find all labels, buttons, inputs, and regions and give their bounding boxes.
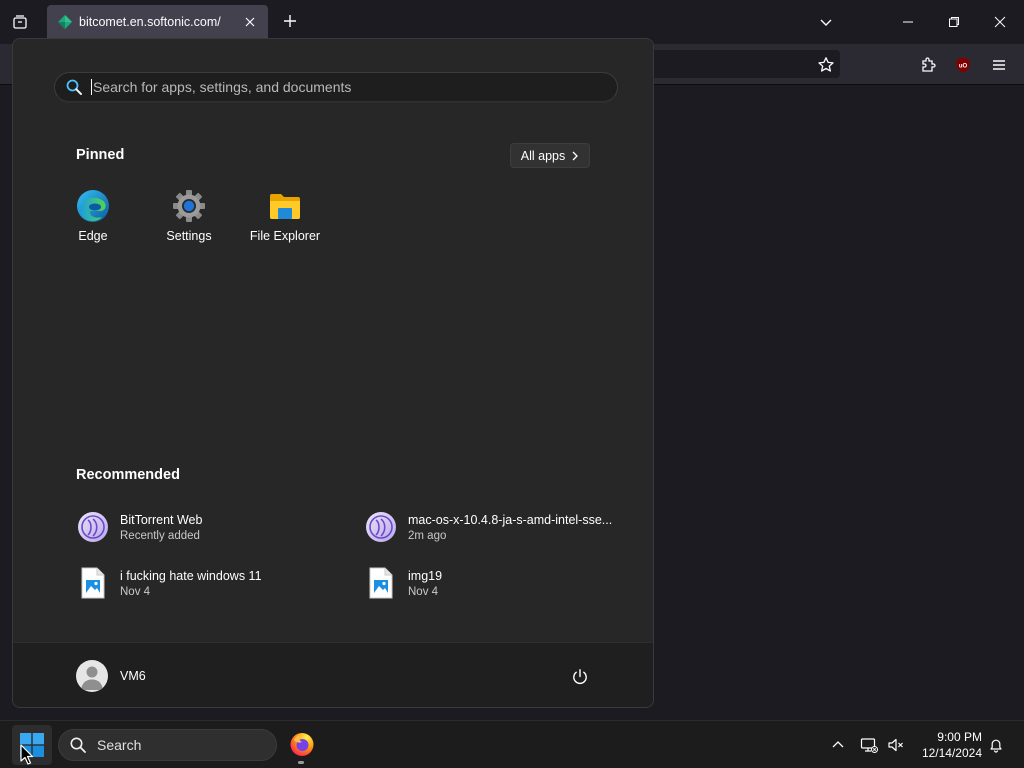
chevron-down-icon[interactable] xyxy=(814,10,838,34)
bittorrent-icon xyxy=(76,510,110,544)
window-close-icon[interactable] xyxy=(986,8,1014,36)
volume-muted-icon[interactable] xyxy=(886,735,906,755)
recommended-item-name: img19 xyxy=(408,568,443,583)
tab-list-icon[interactable] xyxy=(6,8,34,36)
recommended-item-subtitle: Nov 4 xyxy=(120,585,151,598)
restore-icon[interactable] xyxy=(940,8,968,36)
all-apps-label: All apps xyxy=(520,148,566,163)
pinned-heading: Pinned xyxy=(76,147,125,163)
start-menu-footer: VM6 xyxy=(13,642,653,707)
taskbar-search-box[interactable]: Search xyxy=(58,729,277,761)
pinned-app-label: Settings xyxy=(166,229,212,243)
pinned-app-edge[interactable]: Edge xyxy=(48,189,138,249)
pinned-app-label: File Explorer xyxy=(249,229,321,243)
power-icon[interactable] xyxy=(569,666,591,688)
browser-tab[interactable]: bitcomet.en.softonic.com/ xyxy=(47,5,268,38)
start-search-input[interactable] xyxy=(93,79,617,95)
recommended-item[interactable]: img19 Nov 4 xyxy=(364,563,624,603)
clock-time: 9:00 PM xyxy=(937,730,982,744)
user-name: VM6 xyxy=(120,669,146,683)
url-bar[interactable] xyxy=(640,50,840,78)
recommended-item-subtitle: 2m ago xyxy=(408,529,447,542)
firefox-icon xyxy=(290,733,314,756)
pinned-app-settings[interactable]: Settings xyxy=(144,189,234,249)
new-tab-plus-icon[interactable] xyxy=(278,9,302,33)
recommended-item-subtitle: Recently added xyxy=(120,529,200,542)
start-menu: Pinned All apps Edge xyxy=(12,38,654,708)
tab-title: bitcomet.en.softonic.com/ xyxy=(79,14,221,29)
ublock-origin-icon[interactable]: uO xyxy=(952,54,974,76)
pinned-app-label: Edge xyxy=(78,229,108,243)
recommended-item[interactable]: mac-os-x-10.4.8-ja-s-amd-intel-sse... 2m… xyxy=(364,507,624,547)
minimize-icon[interactable] xyxy=(894,8,922,36)
extensions-puzzle-icon[interactable] xyxy=(917,54,939,76)
notification-bell-icon[interactable] xyxy=(986,735,1006,755)
chevron-up-icon[interactable] xyxy=(828,735,848,755)
taskbar-search-label: Search xyxy=(97,737,142,753)
search-icon xyxy=(66,79,82,95)
recommended-heading: Recommended xyxy=(76,467,180,483)
taskbar-clock[interactable]: 9:00 PM 12/14/2024 xyxy=(912,729,982,761)
taskbar: Search 9:00 PM 12/14/2024 xyxy=(0,720,1024,768)
network-icon[interactable] xyxy=(859,735,879,755)
pinned-app-file-explorer[interactable]: File Explorer xyxy=(240,189,330,249)
user-account-button[interactable]: VM6 xyxy=(76,659,146,693)
bookmark-star-icon[interactable] xyxy=(815,54,837,76)
clock-date: 12/14/2024 xyxy=(921,746,982,760)
avatar xyxy=(76,660,108,692)
bittorrent-icon xyxy=(364,510,398,544)
recommended-item-name: mac-os-x-10.4.8-ja-s-amd-intel-sse... xyxy=(408,512,613,527)
start-search-box[interactable] xyxy=(54,72,618,103)
softonic-favicon-icon xyxy=(58,14,72,29)
recommended-item[interactable]: BitTorrent Web Recently added xyxy=(76,507,336,547)
recommended-item[interactable]: i fucking hate windows 11 Nov 4 xyxy=(76,563,336,603)
text-caret xyxy=(91,79,92,95)
chevron-right-icon xyxy=(572,151,579,160)
recommended-item-name: BitTorrent Web xyxy=(120,512,203,527)
close-icon[interactable] xyxy=(242,14,258,30)
recommended-item-name: i fucking hate windows 11 xyxy=(120,568,262,583)
image-file-icon xyxy=(364,566,398,600)
search-icon xyxy=(70,737,86,753)
mouse-pointer-icon xyxy=(20,744,34,765)
firefox-taskbar-button[interactable] xyxy=(285,727,319,761)
image-file-icon xyxy=(76,566,110,600)
all-apps-button[interactable]: All apps xyxy=(510,143,590,168)
running-app-indicator xyxy=(298,761,304,764)
edge-icon xyxy=(77,190,109,222)
hamburger-menu-icon[interactable] xyxy=(988,54,1010,76)
folder-icon xyxy=(270,194,300,219)
svg-text:uO: uO xyxy=(959,64,968,70)
gear-icon xyxy=(173,190,205,222)
recommended-item-subtitle: Nov 4 xyxy=(408,585,439,598)
